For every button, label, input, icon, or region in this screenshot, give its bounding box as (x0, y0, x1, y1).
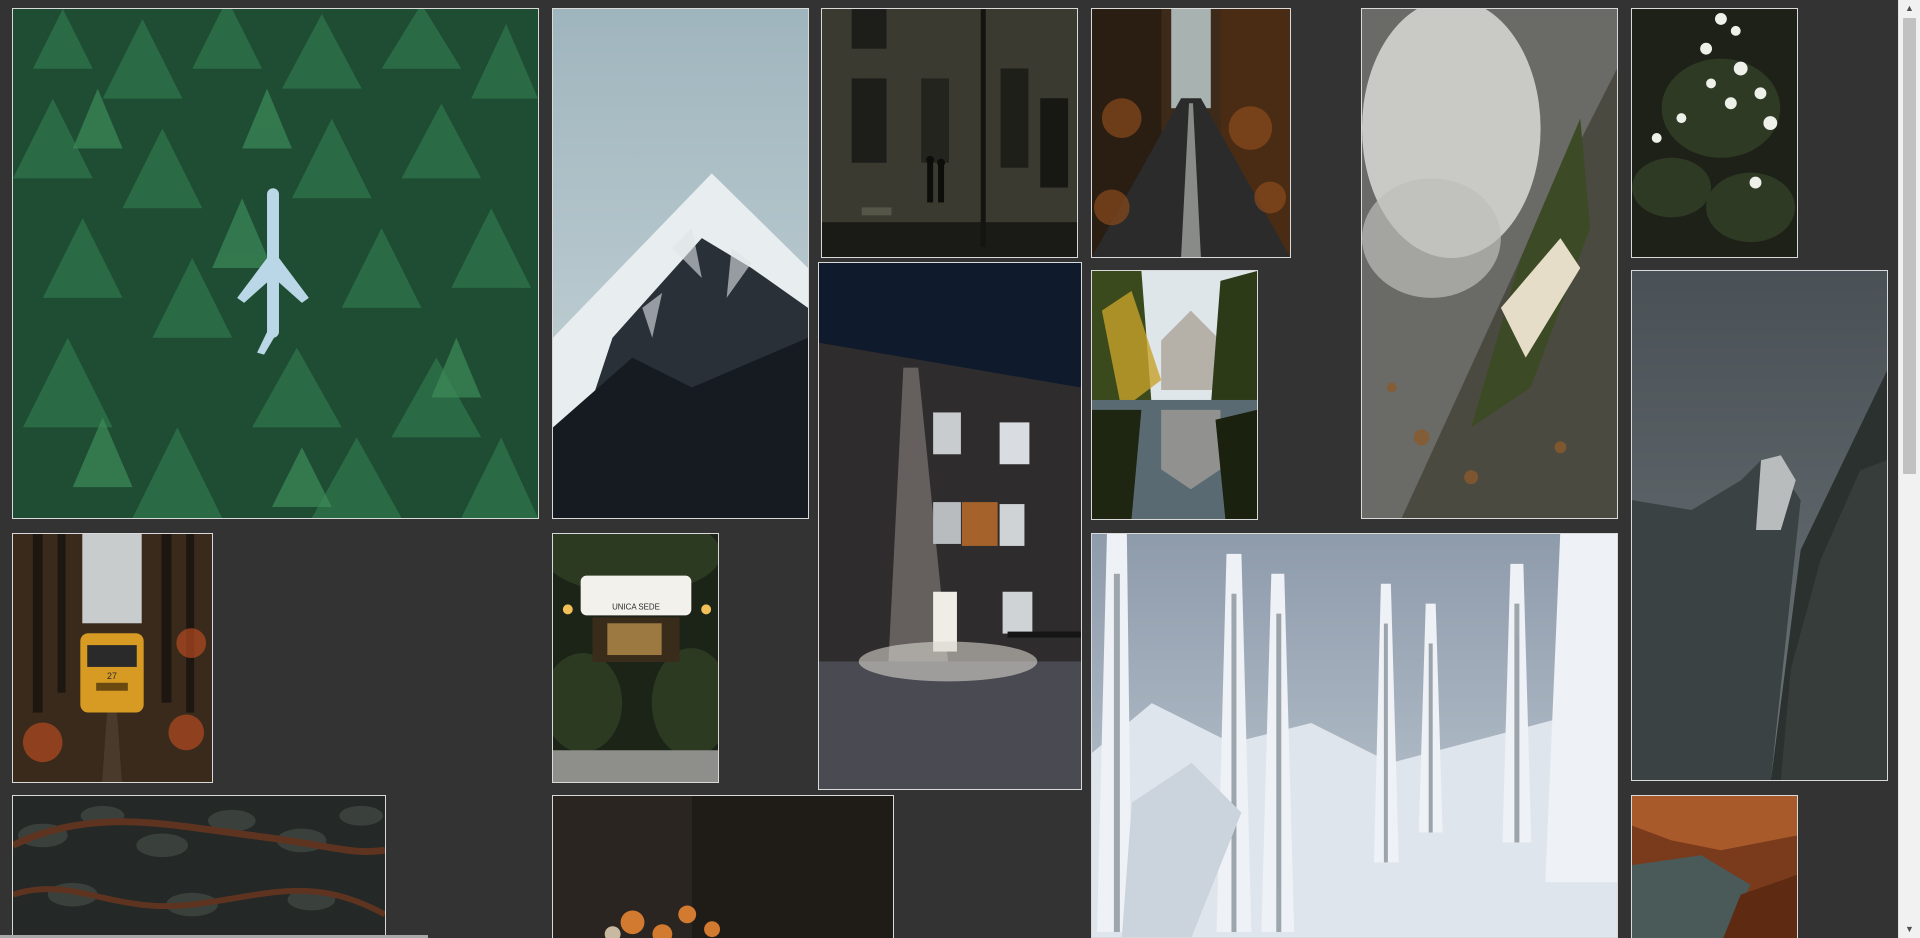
tram-number: 27 (107, 671, 117, 681)
photo-street-night-image (822, 9, 1077, 257)
photo-gallery: 27 UNICA SEDE (0, 0, 1898, 938)
scrollbar-thumb[interactable] (1903, 18, 1916, 474)
photo-white-flowers[interactable] (1631, 8, 1798, 258)
photo-canyon-water-image (1632, 796, 1797, 938)
photo-lit-building-image (819, 263, 1081, 789)
storefront-sign: UNICA SEDE (612, 602, 660, 611)
photo-forest-airplane-image (13, 9, 538, 518)
photo-stormy-cliff-image (1632, 271, 1887, 780)
photo-mossy-rock[interactable] (1361, 8, 1618, 519)
photo-orange-flowers[interactable] (552, 795, 894, 938)
triangle-up-icon[interactable]: ▲ (1899, 0, 1920, 17)
vertical-scrollbar[interactable]: ▲ ▼ (1898, 0, 1920, 938)
photo-storefront-image: UNICA SEDE (553, 534, 718, 782)
photo-forest-airplane[interactable] (12, 8, 539, 519)
photo-snowy-trees-image (1092, 534, 1617, 937)
photo-storefront[interactable]: UNICA SEDE (552, 533, 719, 783)
photo-white-flowers-image (1632, 9, 1797, 257)
photo-mossy-rock-image (1362, 9, 1617, 518)
photo-tram-forest-image: 27 (13, 534, 212, 782)
photo-yosemite-river-image (1092, 271, 1257, 519)
photo-autumn-road[interactable] (1091, 8, 1291, 258)
photo-snowy-trees[interactable] (1091, 533, 1618, 938)
photo-yosemite-river[interactable] (1091, 270, 1258, 520)
photo-orange-flowers-image (553, 796, 893, 938)
triangle-down-icon[interactable]: ▼ (1899, 921, 1920, 938)
photo-vine-leaves[interactable] (12, 795, 386, 938)
photo-snowy-mountain-image (553, 9, 808, 518)
photo-snowy-mountain[interactable] (552, 8, 809, 519)
photo-lit-building[interactable] (818, 262, 1082, 790)
photo-autumn-road-image (1092, 9, 1290, 257)
photo-canyon-water[interactable] (1631, 795, 1798, 938)
photo-vine-leaves-image (13, 796, 385, 938)
photo-tram-forest[interactable]: 27 (12, 533, 213, 783)
photo-stormy-cliff[interactable] (1631, 270, 1888, 781)
photo-street-night[interactable] (821, 8, 1078, 258)
